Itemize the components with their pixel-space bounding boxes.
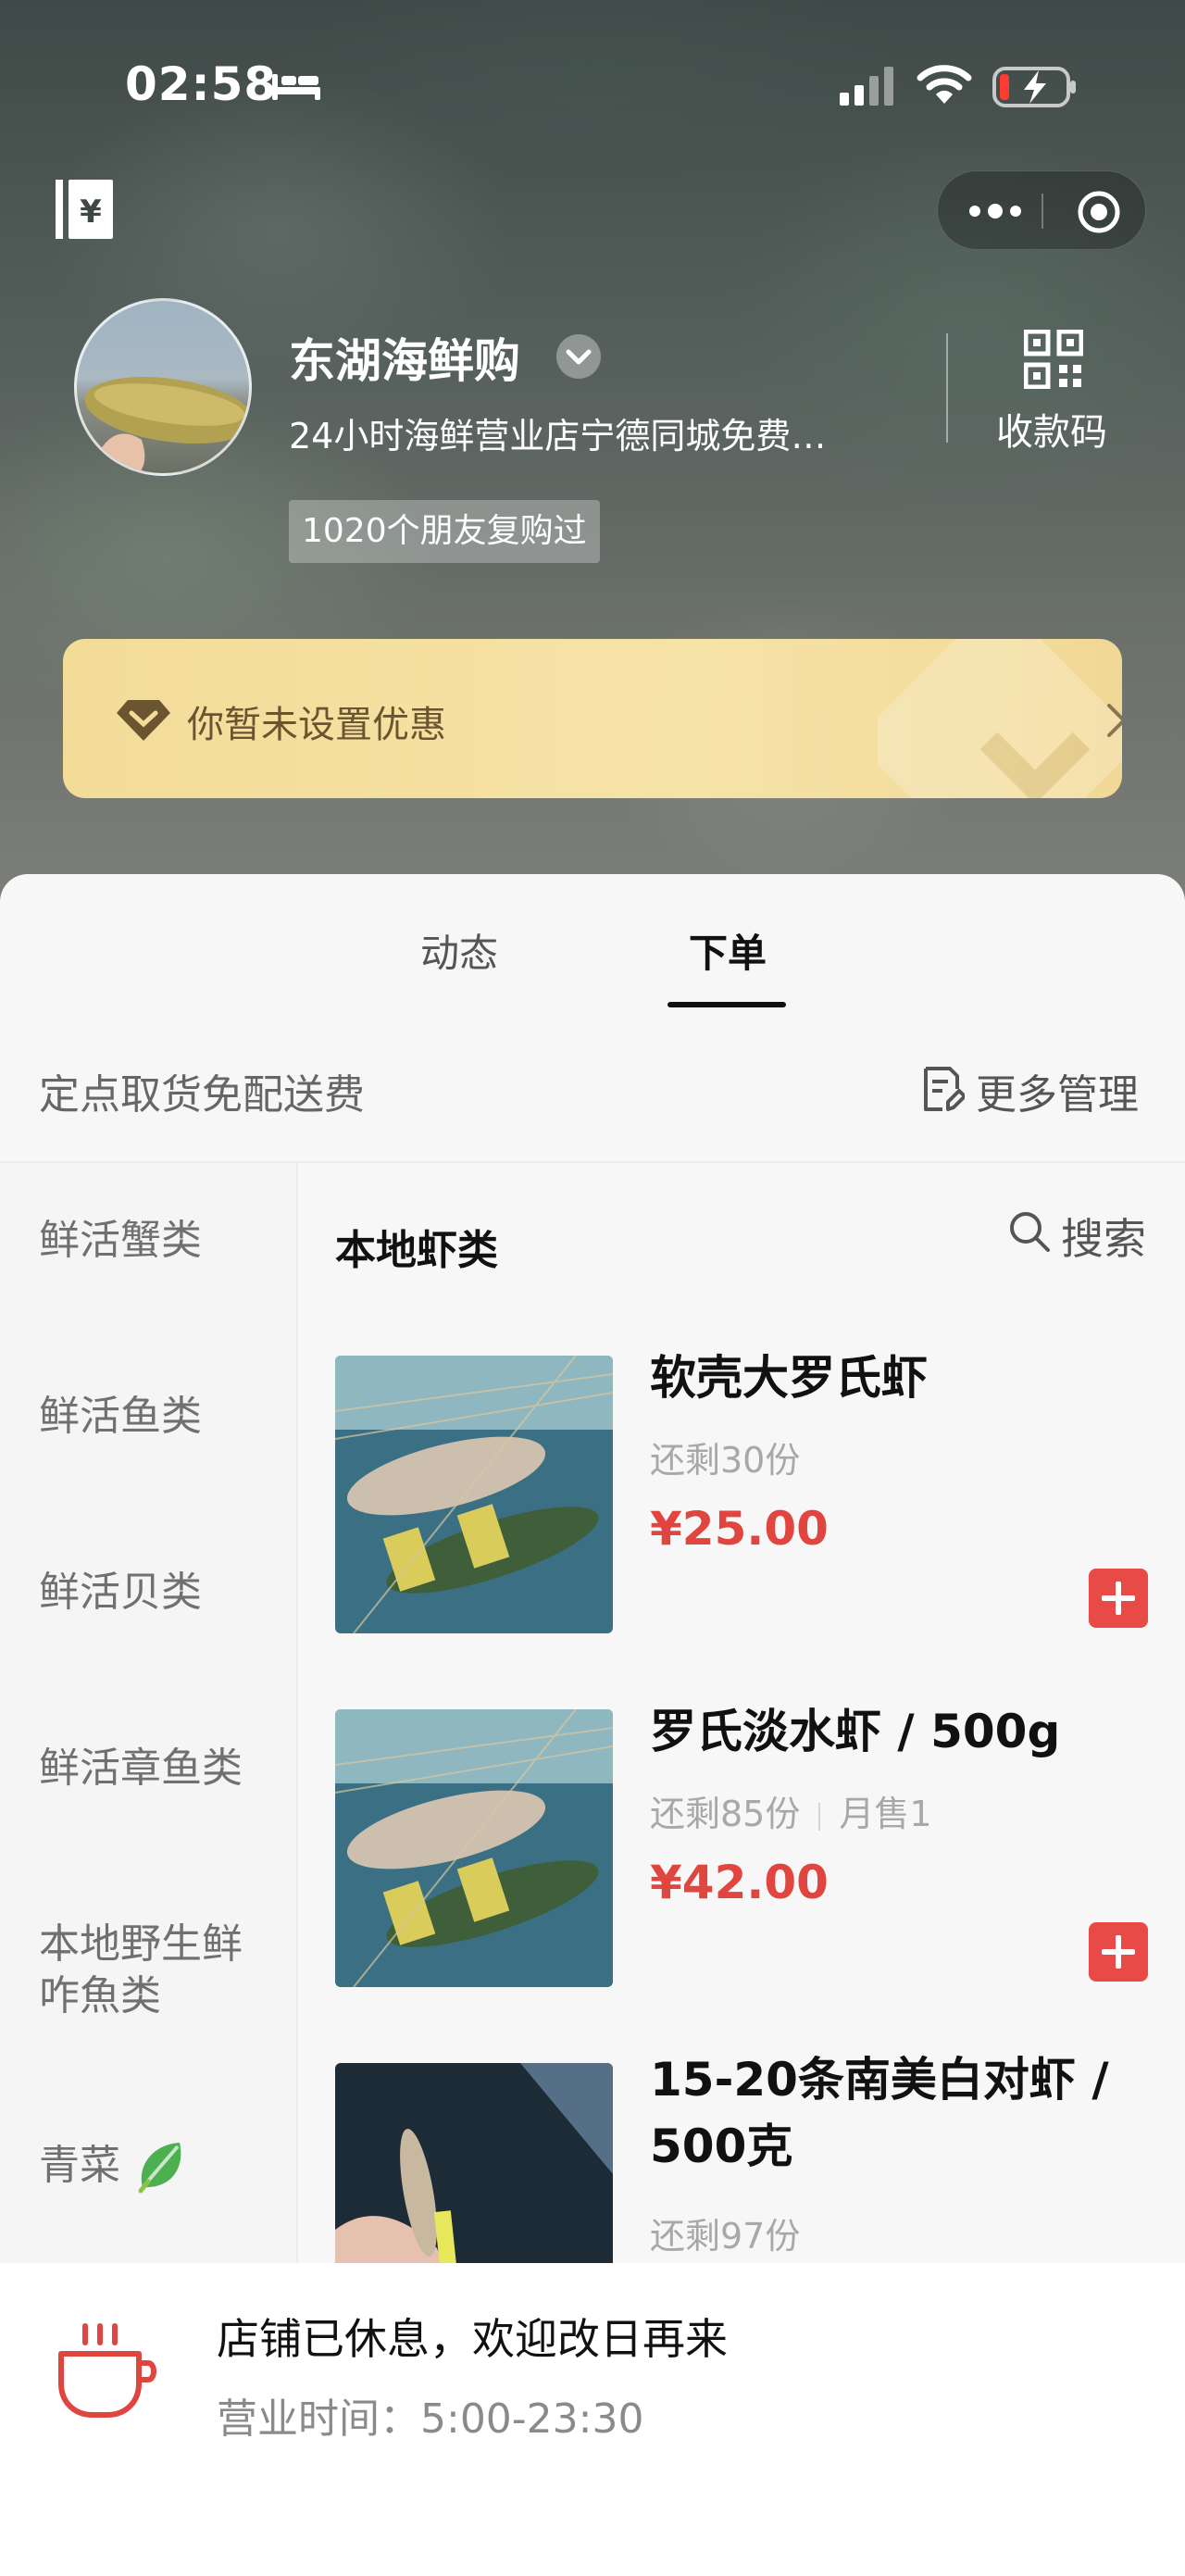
coupon-icon <box>117 700 170 741</box>
more-icon[interactable] <box>966 195 1025 227</box>
mini-program-capsule <box>937 170 1146 250</box>
more-manage-button[interactable]: 更多管理 <box>976 1061 1139 1120</box>
tab-order[interactable]: 下单 <box>689 922 767 979</box>
category-wild-fish[interactable]: 本地野生鲜咋魚类 <box>39 1919 270 2022</box>
qr-code-label[interactable]: 收款码 <box>996 402 1107 456</box>
category-greens[interactable]: 青菜 <box>39 2139 191 2196</box>
lettuce-icon <box>138 2143 181 2194</box>
search-icon[interactable] <box>1007 1209 1052 1254</box>
manage-icon[interactable] <box>922 1065 965 1113</box>
category-fish[interactable]: 鲜活鱼类 <box>39 1391 202 1443</box>
coupon-bar[interactable]: 你暂未设置优惠 <box>63 639 1122 798</box>
category-octopus[interactable]: 鲜活章鱼类 <box>39 1743 243 1794</box>
repurchase-badge: 1020个朋友复购过 <box>289 500 600 563</box>
product-image[interactable] <box>335 1709 613 1987</box>
product-name[interactable]: 软壳大罗氏虾 <box>650 1344 1168 1411</box>
product-image[interactable] <box>335 2063 613 2263</box>
product-image[interactable] <box>335 1356 613 1633</box>
business-hours: 营业时间：5:00-23:30 <box>217 2395 644 2443</box>
record-icon[interactable] <box>1077 190 1121 234</box>
shop-name[interactable]: 东湖海鲜购 <box>289 324 520 391</box>
section-title: 本地虾类 <box>335 1227 498 1274</box>
category-greens-label: 青菜 <box>39 2142 120 2189</box>
product-name[interactable]: 15-20条南美白对虾 / 500克 <box>650 2046 1168 2180</box>
product-stock: 还剩85份 <box>650 1794 801 1834</box>
product-price: ¥25.00 <box>650 1502 829 1556</box>
shrimp-in-hand-photo <box>335 2063 613 2263</box>
shop-closed-banner: 店铺已休息，欢迎改日再来 营业时间：5:00-23:30 <box>0 2263 1185 2576</box>
product-monthly-sales: 月售1 <box>839 1794 932 1834</box>
signal-icon <box>840 67 893 106</box>
avatar-fish-image <box>84 376 249 473</box>
product-stock: 还剩97份 <box>650 2216 801 2257</box>
category-sidebar: 鲜活蟹类 鲜活鱼类 鲜活贝类 鲜活章鱼类 本地野生鲜咋魚类 青菜 <box>0 1163 298 2263</box>
svg-text:¥: ¥ <box>80 194 102 231</box>
tab-active-indicator <box>667 1002 786 1007</box>
product-stock-row: 还剩85份 月售1 <box>650 1785 932 1836</box>
verify-chevron-icon[interactable] <box>554 331 604 381</box>
battery-icon <box>992 67 1076 107</box>
tab-moments[interactable]: 动态 <box>420 922 498 979</box>
coupon-text: 你暂未设置优惠 <box>187 704 446 746</box>
product-list: 本地虾类 搜索 软壳大罗氏虾 还剩30份 ¥25.00 罗氏淡水虾 / 500g… <box>298 1163 1185 2263</box>
cup-icon <box>58 2323 156 2418</box>
status-time: 02:58 <box>125 57 278 111</box>
shrimp-photo <box>335 1709 613 1987</box>
bed-icon <box>272 74 320 100</box>
add-to-cart-button[interactable] <box>1089 1922 1148 1982</box>
stock-separator <box>818 1802 821 1831</box>
capsule-divider <box>1042 194 1043 229</box>
pickup-text: 定点取货免配送费 <box>39 1071 365 1119</box>
category-crab[interactable]: 鲜活蟹类 <box>39 1215 202 1267</box>
shop-description: 24小时海鲜营业店宁德同城免费… <box>289 416 827 456</box>
category-shellfish[interactable]: 鲜活贝类 <box>39 1567 202 1619</box>
order-sheet: 动态 下单 定点取货免配送费 更多管理 鲜活蟹类 鲜活鱼类 鲜活贝类 鲜活章鱼类… <box>0 874 1185 2263</box>
wallet-icon[interactable]: ¥ <box>54 176 115 243</box>
header-divider <box>946 333 948 443</box>
coupon-decoration <box>878 639 1122 798</box>
product-price: ¥42.00 <box>650 1856 829 1909</box>
qr-code-icon[interactable] <box>1024 330 1083 389</box>
product-stock: 还剩30份 <box>650 1440 801 1481</box>
wifi-icon <box>917 65 972 104</box>
add-to-cart-button[interactable] <box>1089 1569 1148 1628</box>
avatar[interactable] <box>74 298 252 476</box>
pickup-row: 定点取货免配送费 更多管理 <box>0 1013 1185 1163</box>
product-name[interactable]: 罗氏淡水虾 / 500g <box>650 1698 1168 1765</box>
status-bar: 02:58 <box>0 46 1185 130</box>
search-button[interactable]: 搜索 <box>1061 1206 1146 1267</box>
chevron-right-icon <box>1107 704 1122 737</box>
tab-bar: 动态 下单 <box>0 874 1185 1013</box>
shrimp-photo <box>335 1356 613 1633</box>
closed-title: 店铺已休息，欢迎改日再来 <box>217 2314 728 2364</box>
